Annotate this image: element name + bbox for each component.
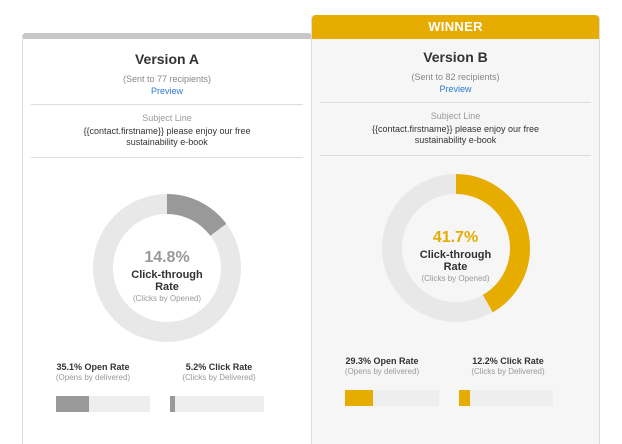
divider [320,102,591,103]
winner-badge: WINNER [312,15,599,39]
version-a-card: Version A (Sent to 77 recipients) Previe… [22,33,312,444]
version-a-ctr-summary: 14.8% Click-through Rate (Clicks by Open… [23,249,311,303]
version-a-subject-line: {{contact.firstname}} please enjoy our f… [83,126,251,147]
bar-fill [345,390,373,406]
divider [320,155,591,156]
version-b-ctr-sub: (Clicks by Opened) [421,274,490,283]
version-b-subject-line: {{contact.firstname}} please enjoy our f… [371,124,540,145]
version-b-subject-label: Subject Line [430,111,481,121]
version-a-preview-link[interactable]: Preview [23,86,311,96]
divider [31,104,303,105]
version-b-click-rate-bar [459,390,553,406]
version-b-ctr-percent: 41.7% [432,229,479,246]
bar-fill [56,396,89,412]
version-b-click-rate-sub: (Clicks by Delivered) [471,367,545,376]
version-a-open-rate: 35.1% Open Rate (Opens by delivered) [43,362,143,382]
version-b-open-rate-sub: (Opens by delivered) [344,367,420,376]
divider [31,157,303,158]
version-a-click-rate-sub: (Clicks by Delivered) [182,373,256,382]
version-b-preview-link[interactable]: Preview [312,84,599,94]
version-b-title: Version B [423,49,488,65]
version-b-click-rate: 12.2% Click Rate (Clicks by Delivered) [458,356,558,376]
version-a-click-rate: 5.2% Click Rate (Clicks by Delivered) [169,362,269,382]
version-a-click-rate-bar [170,396,264,412]
version-a-ctr-sub: (Clicks by Opened) [132,294,202,303]
version-a-open-rate-bar [56,396,150,412]
version-b-ctr-label: Click-through Rate [419,249,492,273]
version-b-open-rate-bar [345,390,439,406]
version-a-open-rate-sub: (Opens by delivered) [55,373,131,382]
version-a-title: Version A [134,51,200,67]
bar-fill [459,390,471,406]
version-a-subject-label: Subject Line [142,113,192,123]
version-b-ctr-summary: 41.7% Click-through Rate (Clicks by Open… [312,229,599,283]
version-b-sent-count: (Sent to 82 recipients) [411,72,500,82]
version-b-open-rate: 29.3% Open Rate (Opens by delivered) [332,356,432,376]
version-a-open-rate-label: 35.1% Open Rate [56,362,130,372]
version-a-click-rate-label: 5.2% Click Rate [185,362,253,372]
version-b-open-rate-label: 29.3% Open Rate [345,356,419,366]
version-a-ctr-percent: 14.8% [144,249,190,266]
version-b-card: WINNER Version B (Sent to 82 recipients)… [311,15,600,444]
version-a-ctr-label: Click-through Rate [131,269,203,293]
version-a-sent-count: (Sent to 77 recipients) [122,74,212,84]
bar-fill [170,396,175,412]
version-b-click-rate-label: 12.2% Click Rate [472,356,544,366]
